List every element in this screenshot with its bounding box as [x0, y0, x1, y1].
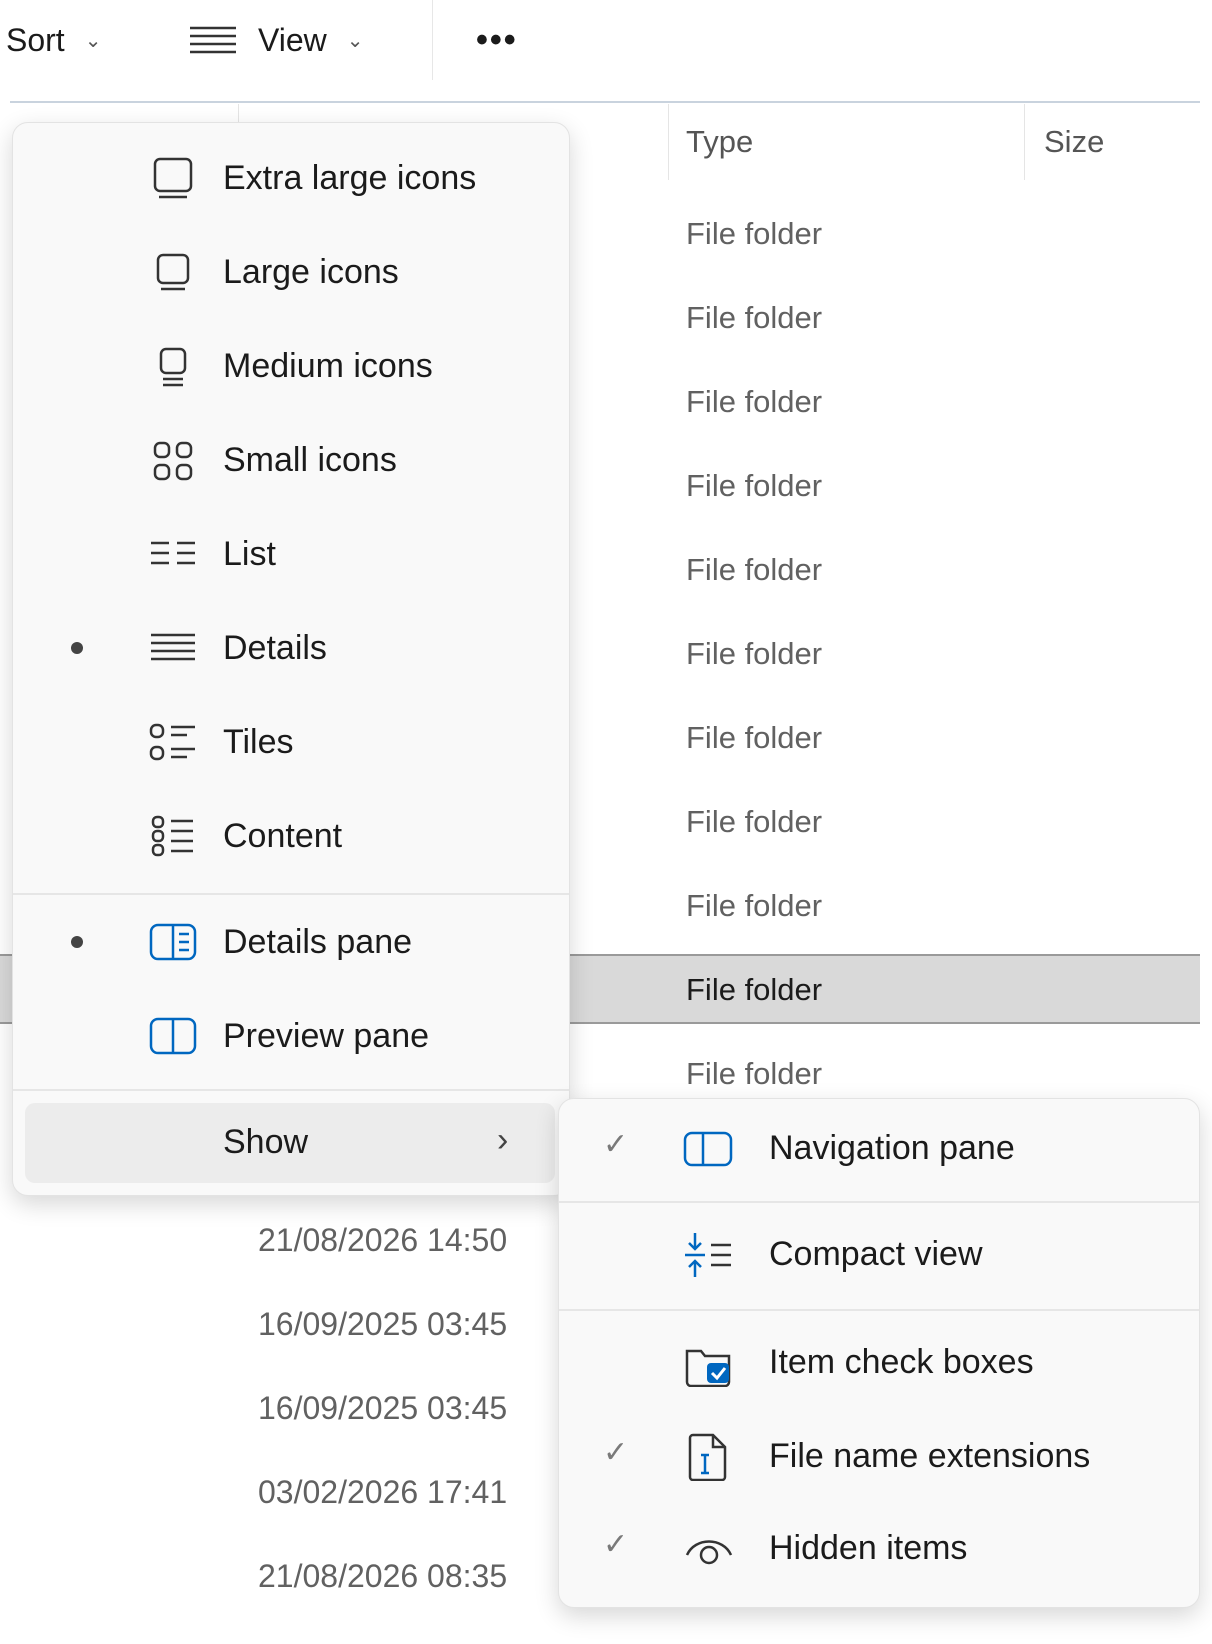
menu-item-small-icons[interactable]: Small icons — [13, 419, 569, 503]
show-submenu: ✓ Navigation pane Compact view Item chec… — [558, 1098, 1200, 1608]
details-pane-icon — [149, 923, 197, 961]
sort-label: Sort — [6, 21, 65, 58]
view-label: View — [258, 21, 327, 58]
file-name-extensions-icon — [688, 1433, 727, 1481]
type-cell: File folder — [686, 384, 823, 419]
date-modified-cell: 21/08/2026 14:50 — [258, 1222, 508, 1258]
command-bar: Sort ⌄ View ⌄ ••• — [0, 0, 1212, 80]
submenu-item-compact-view[interactable]: Compact view — [559, 1209, 1199, 1301]
menu-separator — [559, 1201, 1199, 1203]
menu-separator — [13, 1089, 569, 1091]
type-cell: File folder — [686, 720, 823, 755]
menu-item-tiles[interactable]: Tiles — [13, 701, 569, 785]
column-divider[interactable] — [668, 104, 669, 180]
toolbar-divider — [10, 101, 1200, 103]
toolbar-separator — [432, 0, 433, 80]
type-cell: File folder — [686, 552, 823, 587]
more-icon: ••• — [476, 20, 518, 59]
type-cell: File folder — [686, 300, 823, 335]
item-check-boxes-icon — [685, 1349, 731, 1387]
menu-item-content[interactable]: Content — [13, 795, 569, 879]
menu-separator — [13, 893, 569, 895]
sort-button[interactable]: Sort ⌄ — [6, 14, 101, 66]
column-divider — [238, 104, 239, 122]
extra-large-icons-icon — [153, 157, 193, 199]
type-cell: File folder — [686, 216, 823, 251]
type-cell: File folder — [686, 972, 823, 1007]
checkmark-icon: ✓ — [603, 1436, 629, 1469]
chevron-right-icon: › — [497, 1121, 509, 1159]
chevron-down-icon: ⌄ — [84, 29, 102, 52]
column-header-type[interactable]: Type — [686, 104, 753, 180]
hidden-items-icon — [685, 1540, 733, 1565]
date-modified-cell: 21/08/2026 08:35 — [258, 1558, 508, 1594]
type-cell: File folder — [686, 468, 823, 503]
menu-item-extra-large-icons[interactable]: Extra large icons — [13, 137, 569, 221]
tiles-icon — [149, 723, 195, 761]
more-options-button[interactable]: ••• — [476, 14, 518, 66]
column-header-size[interactable]: Size — [1044, 104, 1104, 180]
type-cell: File folder — [686, 804, 823, 839]
preview-pane-icon — [149, 1017, 197, 1055]
menu-separator — [559, 1309, 1199, 1311]
submenu-item-hidden-items[interactable]: ✓ Hidden items — [559, 1503, 1199, 1595]
medium-icons-icon — [159, 347, 187, 387]
menu-item-details-pane[interactable]: Details pane — [13, 901, 569, 985]
view-button[interactable]: View ⌄ — [190, 14, 364, 66]
type-cell: File folder — [686, 1056, 823, 1091]
small-icons-icon — [153, 441, 193, 481]
view-lines-icon — [190, 26, 236, 54]
submenu-item-item-check-boxes[interactable]: Item check boxes — [559, 1317, 1199, 1409]
type-cell: File folder — [686, 636, 823, 671]
chevron-down-icon: ⌄ — [346, 29, 364, 52]
large-icons-icon — [156, 253, 190, 291]
menu-item-show[interactable]: Show › — [25, 1103, 555, 1183]
navigation-pane-icon — [683, 1131, 733, 1167]
date-modified-cell: 03/02/2026 17:41 — [258, 1474, 508, 1510]
type-cell: File folder — [686, 888, 823, 923]
column-divider[interactable] — [1024, 104, 1025, 180]
content-icon — [151, 815, 193, 857]
compact-view-icon — [685, 1233, 731, 1277]
date-modified-cell: 16/09/2025 03:45 — [258, 1306, 508, 1342]
submenu-item-file-name-extensions[interactable]: ✓ File name extensions — [559, 1411, 1199, 1503]
menu-item-details[interactable]: Details — [13, 607, 569, 691]
selected-bullet-icon — [71, 642, 83, 654]
submenu-item-navigation-pane[interactable]: ✓ Navigation pane — [559, 1103, 1199, 1195]
menu-item-medium-icons[interactable]: Medium icons — [13, 325, 569, 409]
menu-item-large-icons[interactable]: Large icons — [13, 231, 569, 315]
view-menu: Extra large icons Large icons Medium ico… — [12, 122, 570, 1196]
date-modified-cell: 16/09/2025 03:45 — [258, 1390, 508, 1426]
details-icon — [151, 633, 195, 661]
checkmark-icon: ✓ — [603, 1128, 629, 1161]
menu-item-preview-pane[interactable]: Preview pane — [13, 995, 569, 1079]
menu-item-list[interactable]: List — [13, 513, 569, 597]
list-icon — [151, 541, 195, 565]
checkmark-icon: ✓ — [603, 1528, 629, 1561]
selected-bullet-icon — [71, 936, 83, 948]
